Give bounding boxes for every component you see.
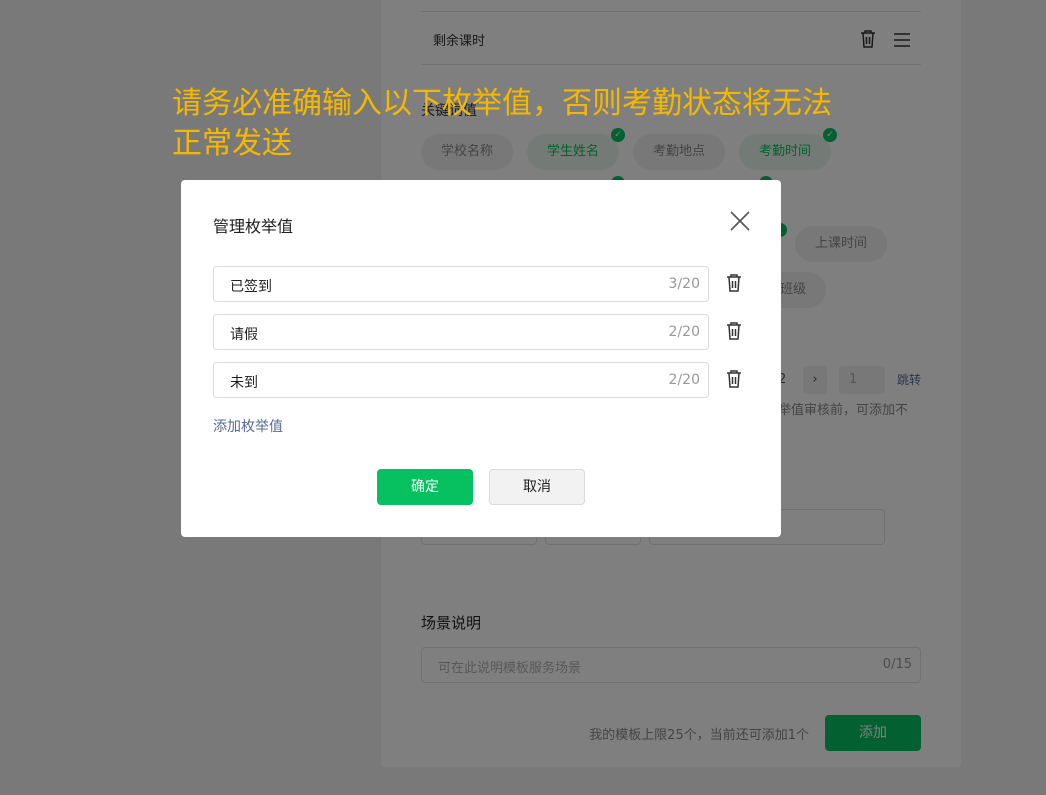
enum-value-input[interactable]: 请假 2/20 [213,314,709,350]
confirm-button[interactable]: 确定 [377,469,473,505]
enum-value-input[interactable]: 已签到 3/20 [213,266,709,302]
enum-counter: 2/20 [668,372,700,388]
close-icon[interactable] [728,209,752,233]
enum-item: 请假 2/20 [213,314,763,350]
cancel-button[interactable]: 取消 [489,469,585,505]
add-enum-link[interactable]: 添加枚举值 [213,416,283,436]
enum-value: 未到 [230,375,258,391]
enum-value: 已签到 [230,279,272,295]
trash-icon[interactable] [725,321,747,343]
enum-warning-notice: 请务必准确输入以下枚举值，否则考勤状态将无法正常发送 [172,86,832,161]
trash-icon[interactable] [725,369,747,391]
enum-value-input[interactable]: 未到 2/20 [213,362,709,398]
manage-enum-dialog: 管理枚举值 已签到 3/20 请假 2/20 未到 2/20 添加枚举值 确定 … [181,180,781,537]
enum-item: 已签到 3/20 [213,266,763,302]
enum-value: 请假 [230,327,258,343]
enum-counter: 3/20 [668,276,700,292]
enum-item: 未到 2/20 [213,362,763,398]
dialog-title: 管理枚举值 [213,217,294,236]
trash-icon[interactable] [725,273,747,295]
enum-counter: 2/20 [668,324,700,340]
